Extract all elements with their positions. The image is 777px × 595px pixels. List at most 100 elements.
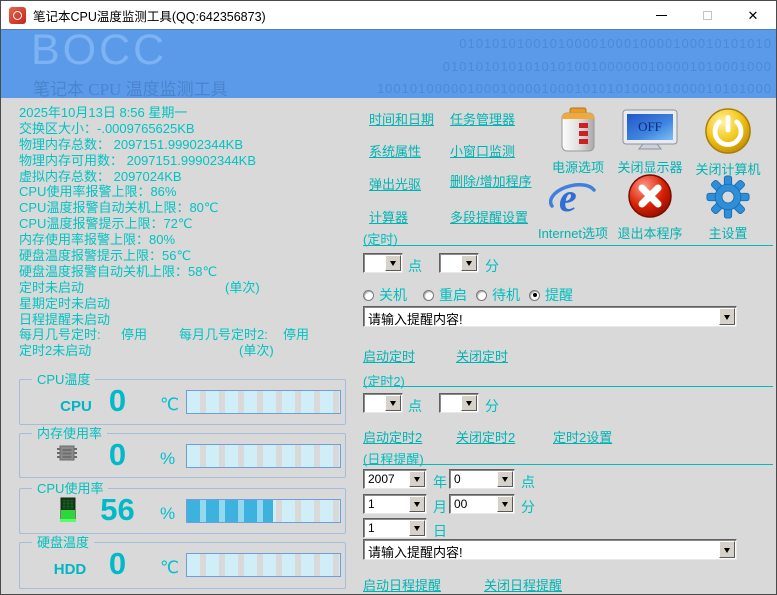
- header-banner: BOCC 笔记本 CPU 温度监测工具 01010101001010000100…: [1, 29, 776, 98]
- timer2-settings-link[interactable]: 定时2设置: [553, 427, 612, 446]
- start-timer2-link[interactable]: 启动定时2: [363, 427, 422, 446]
- main-settings-button[interactable]: 主设置: [688, 175, 768, 242]
- power-button-icon: [703, 143, 753, 158]
- info-cpu-temp-warn-limit: CPU温度报警提示上限：72℃: [19, 216, 359, 232]
- timer-mode-note: (单次): [225, 280, 260, 296]
- link-calculator[interactable]: 计算器: [369, 207, 408, 226]
- hdd-temp-bar: [186, 553, 341, 577]
- memory-usage-gauge: 内存使用率 0 %: [19, 433, 346, 478]
- app-window: 笔记本CPU温度监测工具(QQ:642356873) ✕ BOCC 笔记本 CP…: [0, 0, 777, 595]
- link-eject-cdrom[interactable]: 弹出光驱: [369, 174, 421, 193]
- radio-reminder[interactable]: 提醒: [529, 285, 573, 305]
- chevron-down-icon[interactable]: [385, 255, 401, 271]
- timer2-minute-select[interactable]: [439, 393, 479, 413]
- main-area: 2025年10月13日 8:56 星期一 交换区大小：-.0009765625K…: [1, 98, 776, 595]
- info-week-timer-status: 星期定时未启动: [19, 296, 359, 312]
- hdd-temp-value: 0: [75, 544, 160, 584]
- link-system-properties[interactable]: 系统属性: [369, 141, 421, 160]
- info-virt-mem-total: 虚拟内存总数： 2097024KB: [19, 169, 359, 185]
- memory-usage-bar: [186, 444, 341, 468]
- chevron-down-icon[interactable]: [385, 395, 401, 411]
- stop-schedule-link[interactable]: 关闭日程提醒: [484, 575, 562, 594]
- cpu-usage-gauge: CPU使用率 56 %: [19, 488, 346, 534]
- battery-icon: [559, 141, 597, 156]
- link-mini-window-monitor[interactable]: 小窗口监测: [450, 141, 515, 160]
- divider: [363, 464, 773, 465]
- exit-program-button[interactable]: 退出本程序: [610, 173, 690, 242]
- close-button[interactable]: ✕: [730, 1, 776, 29]
- chevron-down-icon[interactable]: [409, 471, 425, 487]
- power-options-button[interactable]: 电源选项: [538, 107, 618, 176]
- start-timer1-link[interactable]: 启动定时: [363, 346, 415, 365]
- minute-label: 分: [485, 256, 499, 276]
- internet-options-button[interactable]: e Internet选项: [533, 175, 613, 242]
- app-icon: [9, 7, 26, 24]
- timer2-mode-note: (单次): [239, 343, 274, 359]
- chevron-down-icon[interactable]: [719, 308, 735, 325]
- tool-label: 电源选项: [538, 157, 618, 176]
- info-schedule-status: 日程提醒未启动: [19, 312, 359, 328]
- link-time-date[interactable]: 时间和日期: [369, 109, 434, 128]
- schedule-hour-select[interactable]: 0: [449, 469, 515, 489]
- link-multi-reminder-settings[interactable]: 多段提醒设置: [450, 207, 528, 226]
- chevron-down-icon[interactable]: [461, 395, 477, 411]
- svg-text:e: e: [559, 175, 577, 219]
- info-datetime: 2025年10月13日 8:56 星期一: [19, 105, 359, 121]
- cpu-temp-value: 0: [75, 381, 160, 421]
- window-controls: ✕: [638, 1, 776, 29]
- minimize-icon: [656, 15, 667, 16]
- hour-label: 点: [408, 256, 422, 276]
- svg-text:OFF: OFF: [638, 119, 662, 134]
- monitor-off-icon: OFF: [622, 141, 678, 156]
- timer1-hour-select[interactable]: [363, 253, 403, 273]
- radio-restart[interactable]: 重启: [423, 285, 467, 305]
- minimize-button[interactable]: [638, 1, 684, 29]
- schedule-year-select[interactable]: 2007: [363, 469, 427, 489]
- gear-icon: [705, 207, 751, 222]
- link-add-remove-programs[interactable]: 删除/增加程序: [450, 174, 540, 193]
- cpu-usage-bar: [186, 499, 341, 523]
- schedule-day-select[interactable]: 1: [363, 518, 427, 538]
- info-mem-usage-limit: 内存使用率报警上限：80%: [19, 232, 359, 248]
- info-timer-status: 定时未启动 (单次): [19, 280, 359, 296]
- minute-label: 分: [521, 497, 535, 517]
- radio-standby[interactable]: 待机: [476, 285, 520, 305]
- link-task-manager[interactable]: 任务管理器: [450, 109, 515, 128]
- info-timer2-status: 定时2未启动 (单次): [19, 343, 359, 359]
- info-hdd-temp-warn-limit: 硬盘温度报警提示上限：56℃: [19, 248, 359, 264]
- app-subtitle: 笔记本 CPU 温度监测工具: [33, 75, 228, 98]
- day-label: 日: [433, 521, 447, 541]
- celsius-unit: ℃: [160, 558, 179, 578]
- info-swap-size: 交换区大小：-.0009765625KB: [19, 121, 359, 137]
- radio-shutdown[interactable]: 关机: [363, 285, 407, 305]
- titlebar: 笔记本CPU温度监测工具(QQ:642356873) ✕: [1, 1, 776, 29]
- timer2-hour-select[interactable]: [363, 393, 403, 413]
- window-title: 笔记本CPU温度监测工具(QQ:642356873): [33, 6, 266, 25]
- start-schedule-link[interactable]: 启动日程提醒: [363, 575, 441, 594]
- hdd-temp-gauge: 硬盘温度 HDD 0 ℃: [19, 542, 346, 589]
- shutdown-computer-button[interactable]: 关闭计算机: [688, 107, 768, 178]
- maximize-icon: [703, 11, 712, 20]
- schedule-minute-select[interactable]: 00: [449, 494, 515, 514]
- timer1-reminder-input[interactable]: 请输入提醒内容!: [363, 306, 737, 327]
- tool-label: Internet选项: [533, 223, 613, 242]
- chevron-down-icon[interactable]: [461, 255, 477, 271]
- month-label: 月: [433, 497, 447, 517]
- app-logo: BOCC: [31, 29, 167, 75]
- schedule-reminder-input[interactable]: 请输入提醒内容!: [363, 539, 737, 560]
- timer1-minute-select[interactable]: [439, 253, 479, 273]
- chevron-down-icon[interactable]: [409, 520, 425, 536]
- stop-timer1-link[interactable]: 关闭定时: [456, 346, 508, 365]
- chevron-down-icon[interactable]: [409, 496, 425, 512]
- tool-label: 主设置: [688, 223, 768, 242]
- info-hdd-temp-shutdown-limit: 硬盘温度报警自动关机上限：58℃: [19, 264, 359, 280]
- cpu-temp-gauge: CPU温度 CPU 0 ℃: [19, 379, 346, 425]
- schedule-month-select[interactable]: 1: [363, 494, 427, 514]
- hour-label: 点: [408, 396, 422, 416]
- stop-timer2-link[interactable]: 关闭定时2: [456, 427, 515, 446]
- turn-off-monitor-button[interactable]: OFF 关闭显示器: [610, 109, 690, 176]
- binary-decoration: 01010101001010000100010000100010101010 0…: [377, 33, 772, 98]
- chevron-down-icon[interactable]: [497, 496, 513, 512]
- chevron-down-icon[interactable]: [719, 541, 735, 558]
- chevron-down-icon[interactable]: [497, 471, 513, 487]
